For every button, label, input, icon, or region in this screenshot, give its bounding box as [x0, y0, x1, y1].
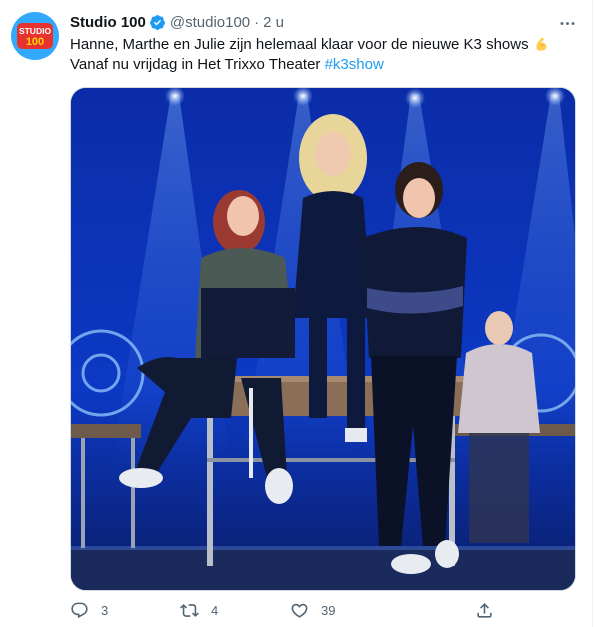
avatar[interactable]: STUDIO 100	[11, 12, 59, 60]
reply-button[interactable]: 3	[70, 601, 108, 620]
heart-icon	[291, 603, 308, 618]
header-separator: ·	[254, 13, 260, 31]
more-options-button[interactable]	[556, 12, 578, 34]
more-dots-icon	[560, 21, 574, 25]
author-name[interactable]: Studio 100	[70, 14, 146, 31]
tweet-text: Hanne, Marthe en Julie zijn helemaal kla…	[70, 35, 580, 75]
author-handle[interactable]: @studio100	[170, 14, 250, 31]
tweet-text-line-1: Hanne, Marthe en Julie zijn helemaal kla…	[70, 35, 580, 55]
svg-text:100: 100	[26, 36, 44, 48]
hashtag-link[interactable]: #k3show	[325, 56, 384, 73]
like-count: 39	[321, 603, 336, 618]
verified-badge-icon	[149, 14, 165, 30]
reply-count: 3	[101, 603, 109, 618]
tweet-actions: 3 4 39	[70, 601, 510, 625]
tweet[interactable]: STUDIO 100 Studio 100 @studio100 · 2 u H…	[0, 0, 593, 627]
svg-text:STUDIO: STUDIO	[19, 26, 52, 36]
tweet-text-line-1-content: Hanne, Marthe en Julie zijn helemaal kla…	[70, 36, 529, 53]
flexed-biceps-icon	[536, 37, 547, 51]
retweet-count: 4	[211, 603, 219, 618]
tweet-photo[interactable]	[70, 87, 576, 591]
reply-icon	[71, 602, 88, 619]
tweet-timestamp[interactable]: 2 u	[263, 14, 284, 31]
tweet-text-line-2: Vanaf nu vrijdag in Het Trixxo Theater #…	[70, 55, 580, 75]
share-icon	[477, 603, 492, 618]
tweet-text-line-2-content: Vanaf nu vrijdag in Het Trixxo Theater	[70, 56, 325, 73]
share-button[interactable]	[475, 601, 494, 620]
stage-photo-illustration	[71, 88, 575, 590]
like-button[interactable]: 39	[290, 601, 335, 620]
retweet-button[interactable]: 4	[180, 601, 218, 620]
retweet-icon	[180, 604, 199, 617]
tweet-header: Studio 100 @studio100 · 2 u	[70, 12, 284, 32]
studio100-logo: STUDIO 100	[17, 23, 53, 49]
